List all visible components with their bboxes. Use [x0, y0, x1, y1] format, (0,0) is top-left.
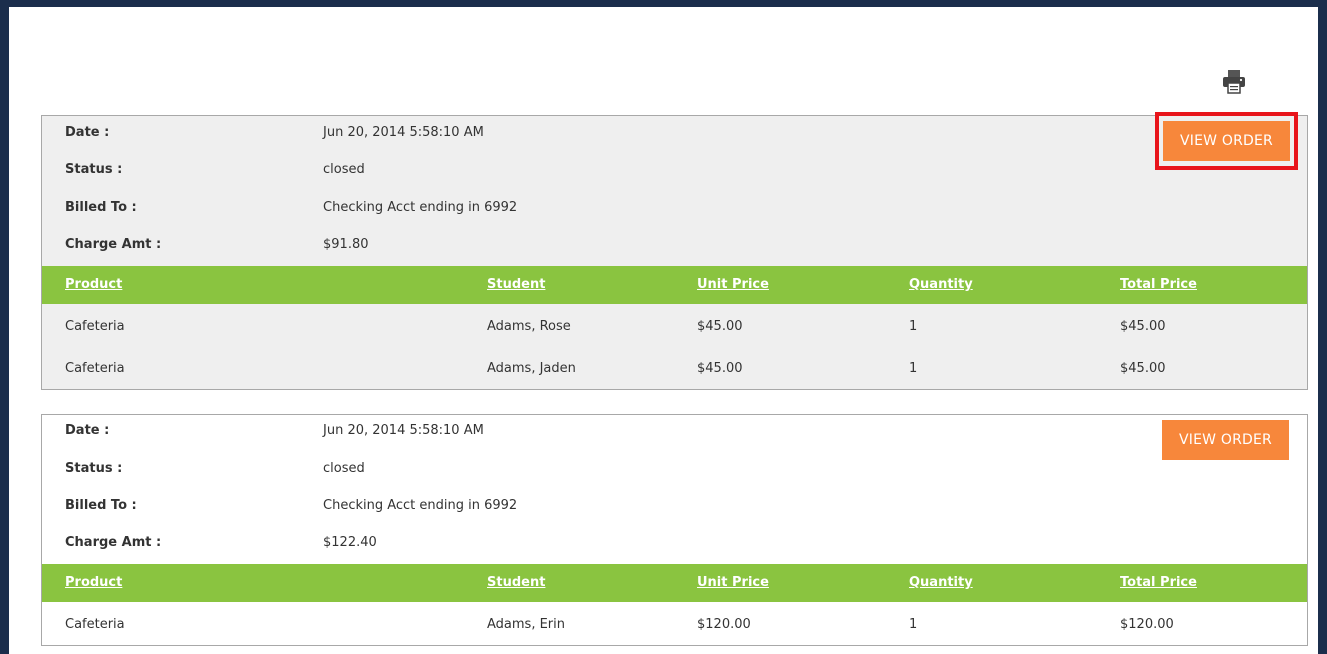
table-row: Cafeteria Adams, Rose $45.00 1 $45.00 — [42, 307, 1307, 347]
product-cell: Cafeteria — [65, 319, 125, 334]
billed-to-label: Billed To : — [65, 200, 137, 215]
total-price-cell: $45.00 — [1120, 361, 1166, 376]
unit-price-cell: $45.00 — [697, 319, 743, 334]
column-header-product[interactable]: Product — [65, 266, 122, 304]
status-label: Status : — [65, 461, 123, 476]
column-header-student[interactable]: Student — [487, 266, 545, 304]
total-price-cell: $120.00 — [1120, 617, 1174, 632]
charge-amt-value: $91.80 — [323, 237, 369, 252]
app-frame: Date : Jun 20, 2014 5:58:10 AM Status : … — [0, 0, 1327, 654]
date-value: Jun 20, 2014 5:58:10 AM — [323, 423, 484, 438]
view-order-button[interactable]: VIEW ORDER — [1163, 121, 1290, 161]
product-cell: Cafeteria — [65, 361, 125, 376]
student-cell: Adams, Rose — [487, 319, 571, 334]
column-header-quantity[interactable]: Quantity — [909, 564, 973, 602]
quantity-cell: 1 — [909, 617, 918, 632]
date-value: Jun 20, 2014 5:58:10 AM — [323, 125, 484, 140]
charge-amt-label: Charge Amt : — [65, 535, 162, 550]
student-cell: Adams, Erin — [487, 617, 565, 632]
column-header-unit-price[interactable]: Unit Price — [697, 564, 769, 602]
unit-price-cell: $45.00 — [697, 361, 743, 376]
status-value: closed — [323, 162, 365, 177]
column-header-total-price[interactable]: Total Price — [1120, 564, 1197, 602]
quantity-cell: 1 — [909, 319, 918, 334]
charge-amt-label: Charge Amt : — [65, 237, 162, 252]
status-label: Status : — [65, 162, 123, 177]
order-card: Date : Jun 20, 2014 5:58:10 AM Status : … — [41, 112, 1308, 390]
total-price-cell: $45.00 — [1120, 319, 1166, 334]
unit-price-cell: $120.00 — [697, 617, 751, 632]
date-label: Date : — [65, 125, 110, 140]
items-table-header: Product Student Unit Price Quantity Tota… — [42, 564, 1307, 602]
view-order-button[interactable]: VIEW ORDER — [1162, 420, 1289, 460]
printer-icon[interactable] — [1221, 68, 1247, 94]
billed-to-value: Checking Acct ending in 6992 — [323, 498, 518, 513]
quantity-cell: 1 — [909, 361, 918, 376]
date-label: Date : — [65, 423, 110, 438]
order-card: Date : Jun 20, 2014 5:58:10 AM Status : … — [41, 414, 1308, 646]
column-header-total-price[interactable]: Total Price — [1120, 266, 1197, 304]
table-row: Cafeteria Adams, Erin $120.00 1 $120.00 — [42, 605, 1307, 645]
student-cell: Adams, Jaden — [487, 361, 576, 376]
product-cell: Cafeteria — [65, 617, 125, 632]
column-header-student[interactable]: Student — [487, 564, 545, 602]
status-value: closed — [323, 461, 365, 476]
table-row: Cafeteria Adams, Jaden $45.00 1 $45.00 — [42, 349, 1307, 389]
billed-to-value: Checking Acct ending in 6992 — [323, 200, 518, 215]
items-table-header: Product Student Unit Price Quantity Tota… — [42, 266, 1307, 304]
column-header-unit-price[interactable]: Unit Price — [697, 266, 769, 304]
column-header-quantity[interactable]: Quantity — [909, 266, 973, 304]
billed-to-label: Billed To : — [65, 498, 137, 513]
column-header-product[interactable]: Product — [65, 564, 122, 602]
charge-amt-value: $122.40 — [323, 535, 377, 550]
